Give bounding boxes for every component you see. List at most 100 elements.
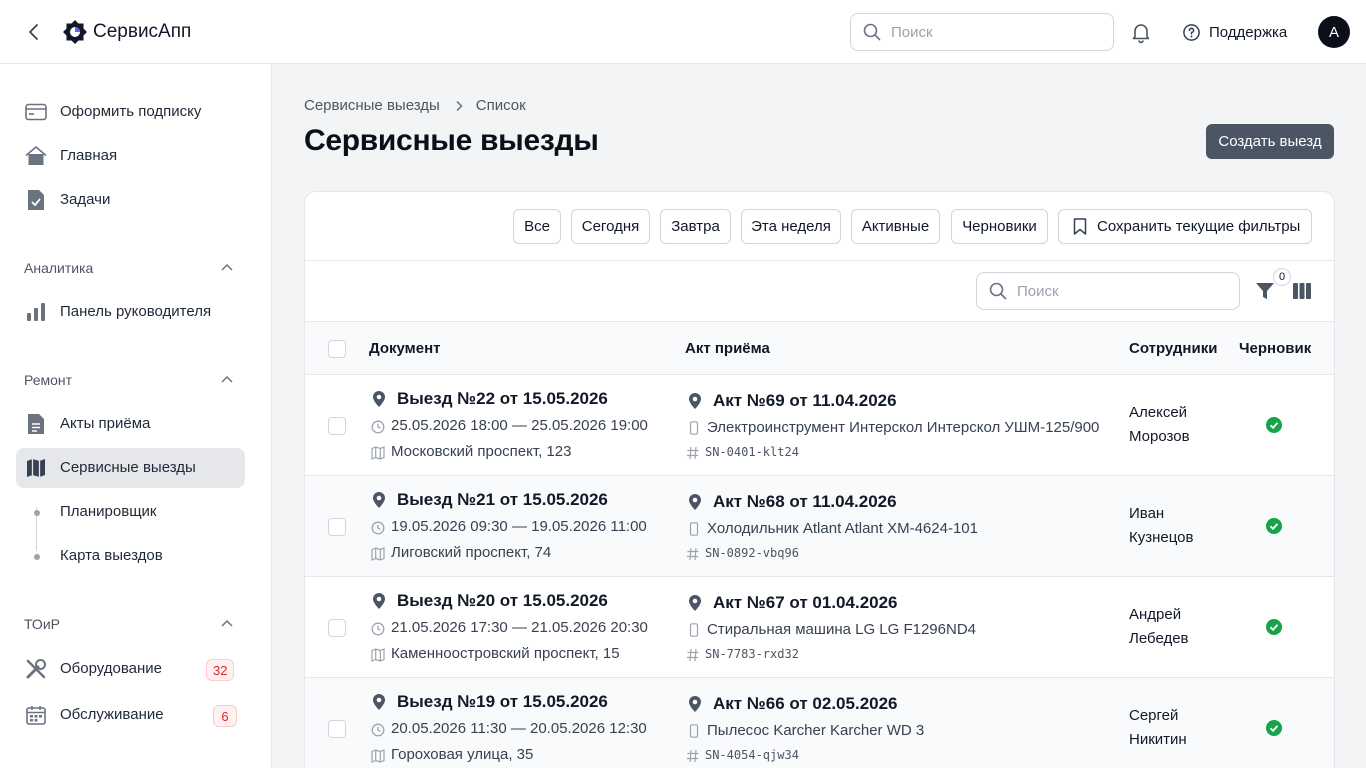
visit-time: 20.05.2026 11:30 — 20.05.2026 12:30 — [391, 720, 647, 737]
filter-chip-this-week[interactable]: Эта неделя — [741, 209, 841, 244]
select-all-checkbox[interactable] — [328, 340, 346, 358]
table-row[interactable]: Выезд №19 от 15.05.2026 20.05.2026 11:30… — [305, 678, 1334, 768]
check-circle-icon — [1266, 619, 1282, 635]
clock-icon — [371, 622, 385, 636]
visit-title[interactable]: Выезд №19 от 15.05.2026 — [397, 692, 608, 712]
chevron-up-icon[interactable] — [219, 372, 235, 388]
act-title[interactable]: Акт №66 от 02.05.2026 — [713, 694, 898, 714]
check-circle-icon — [1266, 518, 1282, 534]
employee-first-name: Иван — [1129, 505, 1165, 522]
chevron-up-icon[interactable] — [219, 616, 235, 632]
save-filters-button[interactable]: Сохранить текущие фильтры — [1058, 209, 1312, 244]
employee-first-name: Андрей — [1129, 606, 1182, 623]
act-title[interactable]: Акт №68 от 11.04.2026 — [713, 492, 897, 512]
hash-icon — [687, 648, 699, 662]
nav-maintenance[interactable]: Обслуживание 6 — [16, 695, 245, 735]
filter-funnel-icon[interactable] — [1254, 280, 1276, 302]
device-icon — [689, 724, 699, 738]
search-icon — [863, 23, 881, 41]
nav-visits-map[interactable]: Карта выездов — [16, 538, 245, 574]
header-search[interactable] — [850, 13, 1114, 51]
columns-icon[interactable] — [1291, 280, 1313, 302]
nav-acceptance-acts[interactable]: Акты приёма — [16, 404, 245, 444]
visit-title[interactable]: Выезд №22 от 15.05.2026 — [397, 389, 608, 409]
visit-address: Московский проспект, 123 — [391, 443, 572, 460]
header-search-input[interactable] — [891, 14, 1106, 50]
row-checkbox[interactable] — [328, 619, 346, 637]
map-outline-icon — [371, 648, 385, 662]
table-search[interactable] — [976, 272, 1240, 310]
nav-acceptance-acts-label: Акты приёма — [60, 415, 151, 432]
act-title[interactable]: Акт №69 от 11.04.2026 — [713, 391, 897, 411]
map-outline-icon — [371, 749, 385, 763]
task-document-icon — [24, 189, 48, 211]
row-checkbox[interactable] — [328, 518, 346, 536]
user-avatar[interactable]: A — [1318, 16, 1350, 48]
breadcrumb-link[interactable]: Сервисные выезды — [304, 97, 440, 114]
nav-tasks[interactable]: Задачи — [16, 180, 245, 220]
back-button[interactable] — [22, 20, 46, 44]
table-row[interactable]: Выезд №20 от 15.05.2026 21.05.2026 17:30… — [305, 577, 1334, 678]
visit-title[interactable]: Выезд №20 от 15.05.2026 — [397, 591, 608, 611]
hash-icon — [687, 446, 699, 460]
filter-chip-tomorrow[interactable]: Завтра — [660, 209, 731, 244]
bullet-dot — [34, 510, 40, 516]
employee-name: Сергей Никитин — [1129, 704, 1187, 752]
nav-home[interactable]: Главная — [16, 136, 245, 176]
divider — [305, 260, 1334, 261]
employee-last-name: Морозов — [1129, 428, 1190, 445]
column-header-document[interactable]: Документ — [369, 340, 441, 357]
create-visit-button[interactable]: Создать выезд — [1206, 124, 1334, 159]
nav-planner[interactable]: Планировщик — [16, 494, 245, 530]
filter-chip-active[interactable]: Активные — [851, 209, 940, 244]
table-row[interactable]: Выезд №22 от 15.05.2026 25.05.2026 18:00… — [305, 375, 1334, 476]
employee-name: Андрей Лебедев — [1129, 603, 1189, 651]
document-icon — [24, 413, 48, 435]
location-pin-icon — [373, 694, 385, 710]
column-header-draft[interactable]: Черновик — [1239, 340, 1311, 357]
calendar-icon — [24, 704, 48, 726]
location-pin-icon — [689, 595, 701, 611]
row-checkbox[interactable] — [328, 720, 346, 738]
table-header: Документ Акт приёма Сотрудники Черновик — [305, 321, 1334, 375]
visit-time: 19.05.2026 09:30 — 19.05.2026 11:00 — [391, 518, 647, 535]
filter-chip-today[interactable]: Сегодня — [571, 209, 650, 244]
visit-title[interactable]: Выезд №21 от 15.05.2026 — [397, 490, 608, 510]
employee-last-name: Лебедев — [1129, 630, 1189, 647]
nav-equipment[interactable]: Оборудование 32 — [16, 649, 245, 689]
nav-home-label: Главная — [60, 147, 118, 164]
location-pin-icon — [373, 391, 385, 407]
support-link[interactable]: Поддержка — [1182, 21, 1287, 43]
map-outline-icon — [371, 547, 385, 561]
column-header-act[interactable]: Акт приёма — [685, 340, 770, 357]
notifications-bell-icon[interactable] — [1129, 20, 1153, 44]
nav-equipment-label: Оборудование — [60, 660, 163, 677]
sidebar: Оформить подписку Главная Задачи Аналити… — [0, 64, 272, 768]
row-checkbox[interactable] — [328, 417, 346, 435]
nav-manager-dashboard-label: Панель руководителя — [60, 303, 212, 320]
nav-maintenance-label: Обслуживание — [60, 706, 164, 723]
employee-name: Иван Кузнецов — [1129, 502, 1193, 550]
nav-manager-dashboard[interactable]: Панель руководителя — [16, 292, 245, 332]
clock-icon — [371, 723, 385, 737]
visit-time: 21.05.2026 17:30 — 21.05.2026 20:30 — [391, 619, 648, 636]
nav-subscription[interactable]: Оформить подписку — [16, 92, 245, 132]
serial-number: SN-0892-vbq96 — [705, 546, 799, 560]
device-icon — [689, 623, 699, 637]
table-row[interactable]: Выезд №21 от 15.05.2026 19.05.2026 09:30… — [305, 476, 1334, 577]
visit-time: 25.05.2026 18:00 — 25.05.2026 19:00 — [391, 417, 648, 434]
chevron-up-icon[interactable] — [219, 260, 235, 276]
column-header-employees[interactable]: Сотрудники — [1129, 340, 1217, 357]
bar-chart-icon — [24, 301, 48, 323]
filter-chip-drafts[interactable]: Черновики — [951, 209, 1048, 244]
section-toir-title: ТОиР — [24, 616, 60, 632]
top-bar: СервисАпп Поддержка A — [0, 0, 1366, 64]
nav-service-visits[interactable]: Сервисные выезды — [16, 448, 245, 488]
act-title[interactable]: Акт №67 от 01.04.2026 — [713, 593, 898, 613]
employee-name: Алексей Морозов — [1129, 401, 1190, 449]
serial-number: SN-7783-rxd32 — [705, 647, 799, 661]
employee-last-name: Никитин — [1129, 731, 1187, 748]
location-pin-icon — [689, 393, 701, 409]
filter-chip-all[interactable]: Все — [513, 209, 561, 244]
table-search-input[interactable] — [1017, 273, 1232, 309]
